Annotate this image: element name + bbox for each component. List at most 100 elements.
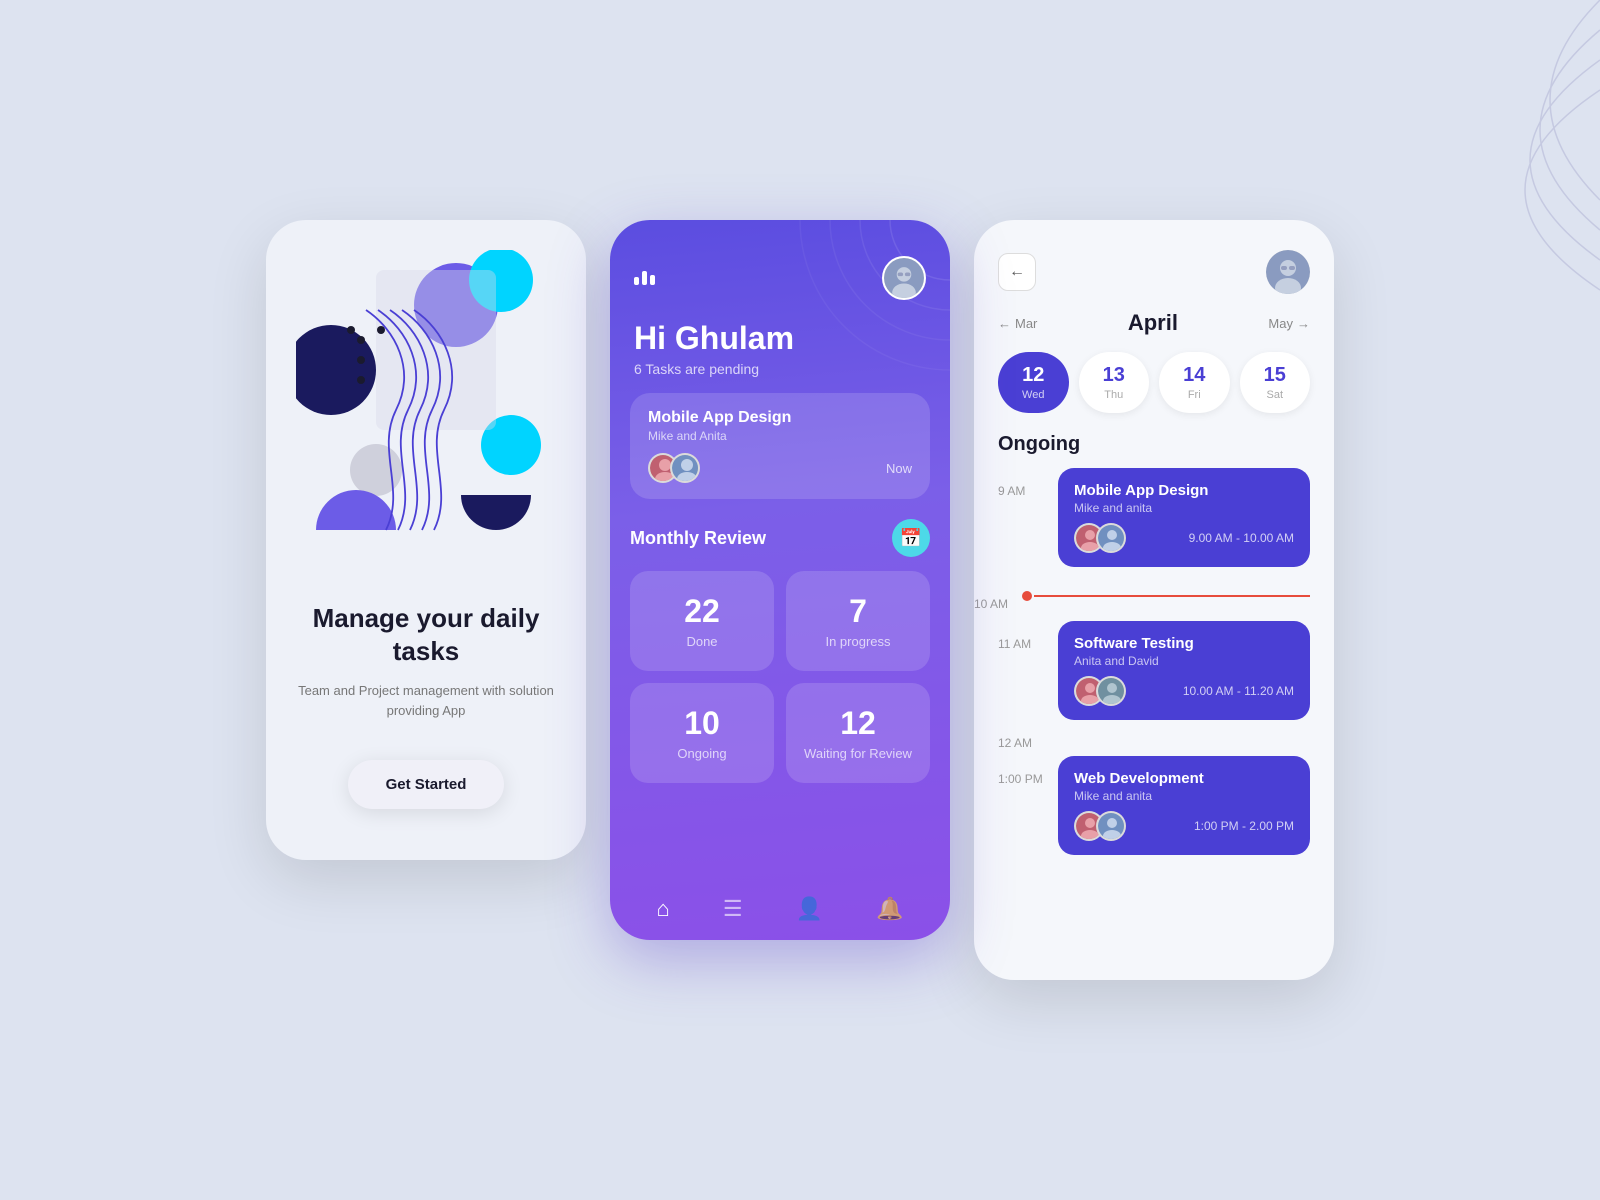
current-time-dot: [1022, 591, 1032, 601]
stat-done-number: 22: [646, 593, 758, 630]
event-avatar-6: [1096, 811, 1126, 841]
event-avatar-2: [1096, 523, 1126, 553]
get-started-button[interactable]: Get Started: [348, 760, 505, 809]
nav-document-icon[interactable]: ☰: [723, 896, 743, 922]
date-num-15: 15: [1240, 364, 1311, 387]
event-webdev-timerange: 1:00 PM - 2.00 PM: [1194, 819, 1294, 833]
event-testing-bottom: 10.00 AM - 11.20 AM: [1074, 676, 1294, 706]
stat-ongoing: 10 Ongoing: [630, 683, 774, 783]
calendar-user-avatar[interactable]: [1266, 250, 1310, 294]
time-label-1pm: 1:00 PM: [998, 756, 1046, 786]
back-button[interactable]: ←: [998, 253, 1036, 291]
monthly-review-section: Monthly Review 📅 22 Done 7 In progress 1…: [630, 519, 930, 783]
task-card-bottom: Now: [648, 453, 912, 483]
next-month-button[interactable]: May →: [1268, 316, 1310, 331]
event-webdev-title: Web Development: [1074, 770, 1294, 787]
stat-done: 22 Done: [630, 571, 774, 671]
timeline: 9 AM Mobile App Design Mike and anita: [974, 464, 1334, 980]
time-slot-9am: 9 AM Mobile App Design Mike and anita: [974, 464, 1334, 571]
onboarding-subtitle: Team and Project management with solutio…: [294, 681, 558, 720]
task-time: Now: [886, 461, 912, 476]
event-avatar-4: [1096, 676, 1126, 706]
date-day-fri: Fri: [1159, 389, 1230, 401]
screen-calendar: ← ← Mar April May →: [974, 220, 1334, 980]
event-webdev-avatars: [1074, 811, 1118, 841]
tasks-pending-text: 6 Tasks are pending: [634, 361, 926, 377]
event-testing-timerange: 10.00 AM - 11.20 AM: [1183, 684, 1294, 698]
event-mobile-avatars: [1074, 523, 1118, 553]
monthly-review-header: Monthly Review 📅: [630, 519, 930, 557]
time-label-area-1pm: 12 AM: [974, 728, 1334, 752]
stat-done-label: Done: [646, 634, 758, 649]
event-mobile-timerange: 9.00 AM - 10.00 AM: [1189, 531, 1294, 545]
stat-ongoing-label: Ongoing: [646, 746, 758, 761]
illustration: [296, 250, 556, 570]
month-navigation: ← Mar April May →: [974, 294, 1334, 336]
event-mobile-assignees: Mike and anita: [1074, 501, 1294, 515]
time-slot-1pm: 1:00 PM Web Development Mike and anita: [974, 752, 1334, 859]
stat-inprogress: 7 In progress: [786, 571, 930, 671]
current-time-line: [1034, 595, 1310, 597]
calendar-header: ←: [974, 220, 1334, 294]
date-13-thu[interactable]: 13 Thu: [1079, 352, 1150, 413]
date-row: 12 Wed 13 Thu 14 Fri 15 Sat: [974, 336, 1334, 413]
date-num-14: 14: [1159, 364, 1230, 387]
ongoing-section-title: Ongoing: [974, 413, 1334, 464]
prev-month-label: Mar: [1015, 316, 1037, 331]
menu-icon[interactable]: [634, 271, 655, 285]
greeting-text: Hi Ghulam: [634, 320, 926, 357]
date-num-13: 13: [1079, 364, 1150, 387]
date-15-sat[interactable]: 15 Sat: [1240, 352, 1311, 413]
monthly-review-title: Monthly Review: [630, 528, 766, 549]
event-webdev-bottom: 1:00 PM - 2.00 PM: [1074, 811, 1294, 841]
event-card-mobile-design[interactable]: Mobile App Design Mike and anita 9.00 AM…: [1058, 468, 1310, 567]
stat-ongoing-number: 10: [646, 705, 758, 742]
date-day-thu: Thu: [1079, 389, 1150, 401]
event-testing-avatars: [1074, 676, 1118, 706]
time-label-9am: 9 AM: [998, 468, 1046, 498]
task-avatars: [648, 453, 692, 483]
time-label-12am: 12 AM: [998, 736, 1032, 750]
event-card-software-testing[interactable]: Software Testing Anita and David 10.00 A…: [1058, 621, 1310, 720]
date-day-sat: Sat: [1240, 389, 1311, 401]
onboarding-title: Manage your daily tasks: [294, 602, 558, 667]
screen-onboarding: Manage your daily tasks Team and Project…: [266, 220, 586, 860]
date-12-wed[interactable]: 12 Wed: [998, 352, 1069, 413]
dashboard-header: [610, 220, 950, 300]
featured-task-card[interactable]: Mobile App Design Mike and Anita Now: [630, 393, 930, 499]
next-month-label: May: [1268, 316, 1293, 331]
date-14-fri[interactable]: 14 Fri: [1159, 352, 1230, 413]
screens-container: Manage your daily tasks Team and Project…: [100, 220, 1500, 980]
stat-waiting-label: Waiting for Review: [802, 746, 914, 761]
nav-bell-icon[interactable]: 🔔: [876, 896, 903, 922]
event-webdev-assignees: Mike and anita: [1074, 789, 1294, 803]
calendar-icon-button[interactable]: 📅: [892, 519, 930, 557]
event-testing-assignees: Anita and David: [1074, 654, 1294, 668]
task-assignees: Mike and Anita: [648, 429, 912, 443]
nav-home-icon[interactable]: ⌂: [657, 896, 670, 922]
stat-inprogress-label: In progress: [802, 634, 914, 649]
user-avatar[interactable]: [882, 256, 926, 300]
current-month: April: [1128, 310, 1178, 336]
event-mobile-bottom: 9.00 AM - 10.00 AM: [1074, 523, 1294, 553]
task-title: Mobile App Design: [648, 409, 912, 427]
event-testing-title: Software Testing: [1074, 635, 1294, 652]
bottom-nav: ⌂ ☰ 👤 🔔: [610, 878, 950, 940]
time-label-11am: 11 AM: [998, 621, 1046, 651]
date-num-12: 12: [998, 364, 1069, 387]
avatar-2: [670, 453, 700, 483]
nav-person-icon[interactable]: 👤: [796, 896, 823, 922]
greeting-section: Hi Ghulam 6 Tasks are pending: [610, 300, 950, 377]
time-label-10am-current: 10 AM: [974, 581, 1022, 611]
date-day-wed: Wed: [998, 389, 1069, 401]
stats-grid: 22 Done 7 In progress 10 Ongoing 12 Wait…: [630, 571, 930, 783]
stat-inprogress-number: 7: [802, 593, 914, 630]
stat-waiting: 12 Waiting for Review: [786, 683, 930, 783]
event-mobile-title: Mobile App Design: [1074, 482, 1294, 499]
time-slot-11am: 11 AM Software Testing Anita and David: [974, 617, 1334, 724]
screen-dashboard: Hi Ghulam 6 Tasks are pending Mobile App…: [610, 220, 950, 940]
current-time-indicator: 10 AM: [974, 575, 1334, 617]
prev-month-button[interactable]: ← Mar: [998, 316, 1037, 331]
event-card-web-dev[interactable]: Web Development Mike and anita 1:00 PM -…: [1058, 756, 1310, 855]
stat-waiting-number: 12: [802, 705, 914, 742]
